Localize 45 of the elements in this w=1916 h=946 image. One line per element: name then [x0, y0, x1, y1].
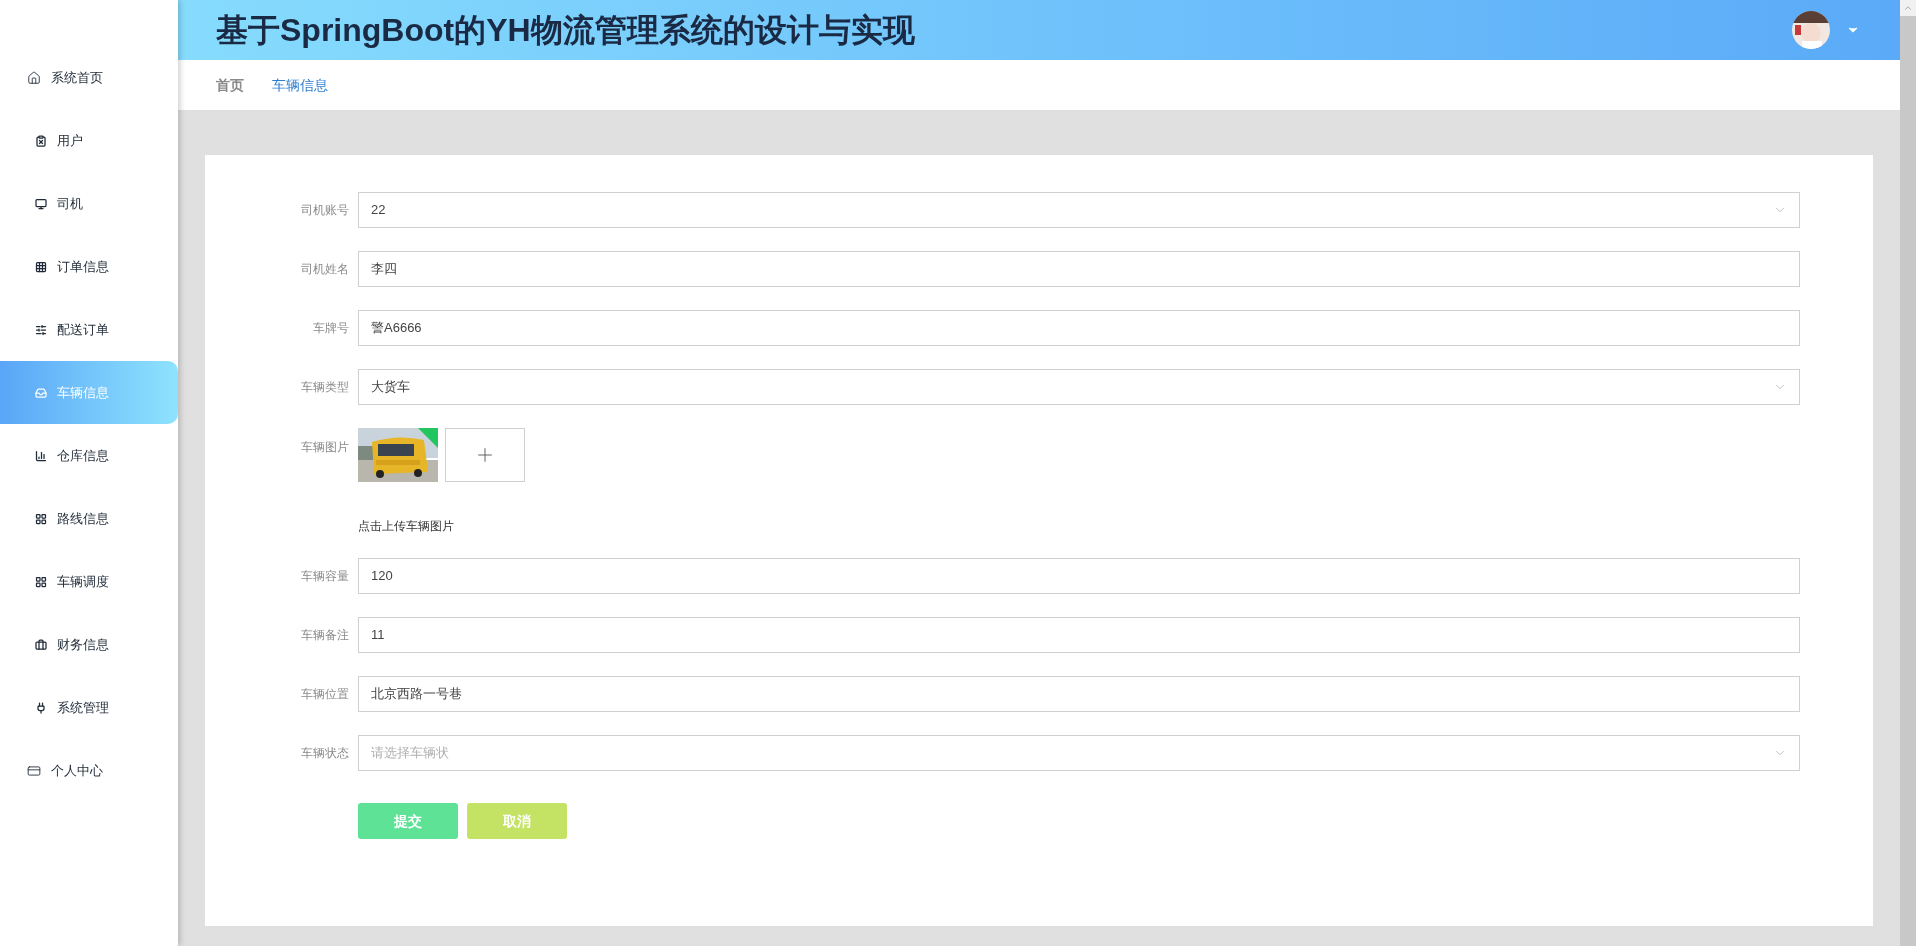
sidebar-item[interactable]: 财务信息 — [0, 613, 178, 676]
bar-chart-icon — [35, 449, 47, 462]
field-label: 车辆图片 — [300, 439, 350, 456]
grid-icon — [35, 512, 47, 525]
grid-icon — [35, 575, 47, 588]
sidebar-item[interactable]: 路线信息 — [0, 487, 178, 550]
upload-button[interactable] — [445, 428, 525, 482]
field-label: 车辆类型 — [300, 379, 350, 396]
sidebar-item[interactable]: 用户 — [0, 109, 178, 172]
card-icon — [27, 763, 41, 778]
field-label: 司机姓名 — [300, 261, 350, 278]
briefcase-icon — [35, 638, 47, 651]
input-field[interactable]: 11 — [358, 617, 1800, 653]
field-label: 司机账号 — [300, 202, 350, 219]
input-field[interactable]: 北京西路一号巷 — [358, 676, 1800, 712]
scrollbar[interactable] — [1900, 0, 1916, 946]
sidebar-item[interactable]: 个人中心 — [0, 739, 178, 802]
sidebar-item[interactable]: 司机 — [0, 172, 178, 235]
sidebar-item[interactable]: 车辆调度 — [0, 550, 178, 613]
field-label: 车牌号 — [312, 320, 350, 337]
sidebar-item[interactable]: 系统管理 — [0, 676, 178, 739]
field-label: 车辆状态 — [300, 745, 350, 762]
field-label: 车辆容量 — [300, 568, 350, 585]
sidebar-item[interactable]: 配送订单 — [0, 298, 178, 361]
input-field[interactable]: 李四 — [358, 251, 1800, 287]
plug-icon — [35, 701, 47, 714]
breadcrumb-link[interactable]: 车辆信息 — [272, 74, 328, 96]
grid-icon — [35, 260, 47, 273]
page-title: 基于SpringBoot的YH物流管理系统的设计与实现 — [216, 11, 916, 50]
field-label: 车辆备注 — [300, 627, 350, 644]
input-field[interactable]: 警A6666 — [358, 310, 1800, 346]
select-field[interactable]: 22 — [358, 192, 1800, 228]
tray-icon — [35, 386, 47, 399]
scroll-up-icon[interactable] — [1903, 3, 1913, 13]
select-field[interactable]: 大货车 — [358, 369, 1800, 405]
home-icon — [27, 70, 41, 85]
field-label: 车辆位置 — [300, 686, 350, 703]
monitor-icon — [35, 197, 47, 210]
sidebar-item[interactable]: 系统首页 — [0, 46, 178, 109]
sliders-icon — [35, 323, 47, 336]
upload-hint: 点击上传车辆图片 — [358, 518, 455, 535]
clipboard-icon — [35, 134, 47, 147]
sidebar-item[interactable]: 仓库信息 — [0, 424, 178, 487]
input-field[interactable]: 120 — [358, 558, 1800, 594]
sidebar-item[interactable]: 订单信息 — [0, 235, 178, 298]
